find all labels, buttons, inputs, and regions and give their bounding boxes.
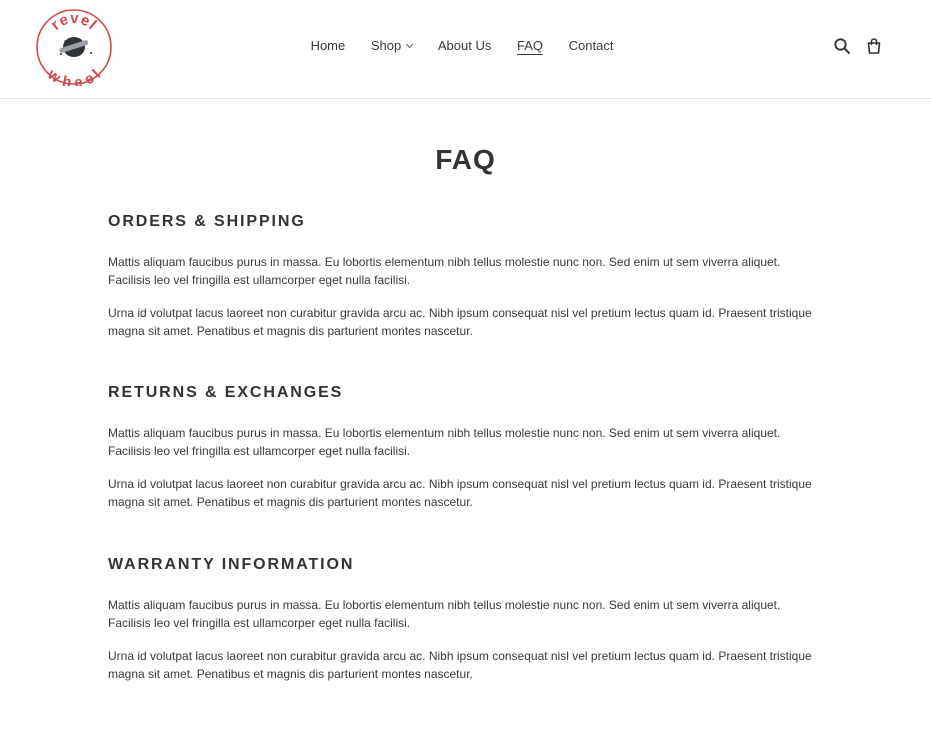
header-icons (833, 37, 883, 55)
main-content: FAQ ORDERS & SHIPPING Mattis aliquam fau… (0, 143, 931, 683)
section-paragraph: Urna id volutpat lacus laoreet non curab… (108, 306, 812, 338)
nav-contact-link[interactable]: Contact (566, 38, 617, 54)
main-navigation: Home Shop About Us FAQ Contact (0, 38, 931, 55)
nav-faq-link[interactable]: FAQ (514, 38, 546, 55)
section-title: ORDERS & SHIPPING (108, 213, 306, 230)
section-paragraph: Mattis aliquam faucibus purus in massa. … (108, 255, 781, 287)
faq-section-warranty-information: WARRANTY INFORMATION Mattis aliquam fauc… (108, 555, 823, 683)
faq-section-orders-shipping: ORDERS & SHIPPING Mattis aliquam faucibu… (108, 212, 823, 340)
section-paragraph: Mattis aliquam faucibus purus in massa. … (108, 426, 781, 458)
nav-shop-label: Shop (370, 38, 402, 53)
section-paragraph: Mattis aliquam faucibus purus in massa. … (108, 598, 781, 630)
nav-faq-label: FAQ (516, 38, 543, 55)
nav-home-label: Home (310, 38, 346, 53)
section-paragraph: Urna id volutpat lacus laoreet non curab… (108, 649, 812, 681)
section-paragraph: Urna id volutpat lacus laoreet non curab… (108, 477, 812, 509)
nav-shop-dropdown[interactable]: Shop (368, 38, 415, 54)
section-title: WARRANTY INFORMATION (108, 556, 355, 573)
nav-home-link[interactable]: Home (308, 38, 349, 54)
search-icon[interactable] (833, 37, 851, 55)
page-title: FAQ (435, 144, 496, 175)
nav-about-us-label: About Us (437, 38, 492, 53)
cart-icon[interactable] (865, 37, 883, 55)
chevron-down-icon (406, 40, 414, 49)
nav-contact-label: Contact (568, 38, 614, 53)
faq-section-returns-exchanges: RETURNS & EXCHANGES Mattis aliquam fauci… (108, 383, 823, 511)
section-title: RETURNS & EXCHANGES (108, 384, 344, 401)
site-header: revel wheel Home Shop About Us FAQ Conta… (0, 0, 931, 99)
nav-about-us-link[interactable]: About Us (435, 38, 494, 54)
